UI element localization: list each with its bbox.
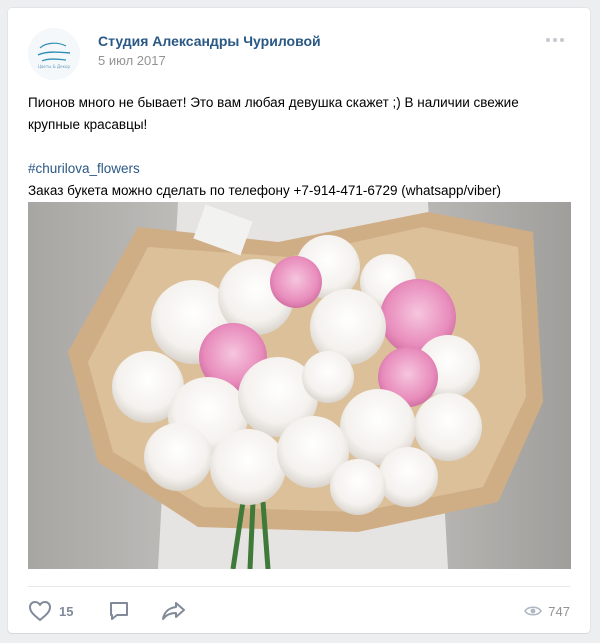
post-footer: 15 747 — [28, 596, 570, 626]
post-text-line: Заказ букета можно сделать по телефону +… — [28, 183, 502, 198]
wall-post: Цветы & Декор Студия Александры Чурилово… — [8, 8, 590, 633]
dot — [560, 38, 564, 42]
views-count: 747 — [548, 603, 570, 619]
share-button[interactable] — [161, 596, 187, 626]
post-text: Пионов много не бывает! Это вам любая де… — [28, 92, 568, 202]
comment-button[interactable] — [108, 596, 130, 626]
studio-logo-icon: Цветы & Декор — [28, 28, 80, 80]
post-header: Цветы & Декор Студия Александры Чурилово… — [28, 28, 570, 84]
comment-icon — [110, 602, 128, 620]
likes-count: 15 — [59, 603, 74, 619]
like-button[interactable]: 15 — [28, 596, 73, 626]
peony-bouquet-photo — [28, 202, 571, 569]
heart-icon — [29, 601, 51, 621]
views-counter: 747 — [524, 596, 570, 626]
post-photo[interactable] — [28, 202, 571, 569]
hashtag-link[interactable]: #churilova_flowers — [28, 161, 140, 176]
dot — [546, 38, 550, 42]
avatar[interactable]: Цветы & Декор — [28, 28, 80, 80]
dot — [553, 38, 557, 42]
footer-divider — [28, 586, 570, 587]
post-text-line: крупные красавцы! — [28, 117, 148, 132]
author-name[interactable]: Студия Александры Чуриловой — [98, 33, 321, 49]
post-date[interactable]: 5 июл 2017 — [98, 53, 166, 68]
share-icon — [162, 602, 185, 620]
eye-icon — [524, 606, 543, 616]
post-text-line: Пионов много не бывает! Это вам любая де… — [28, 95, 519, 110]
avatar-caption: Цветы & Декор — [38, 64, 71, 69]
more-options-icon[interactable] — [546, 33, 570, 47]
